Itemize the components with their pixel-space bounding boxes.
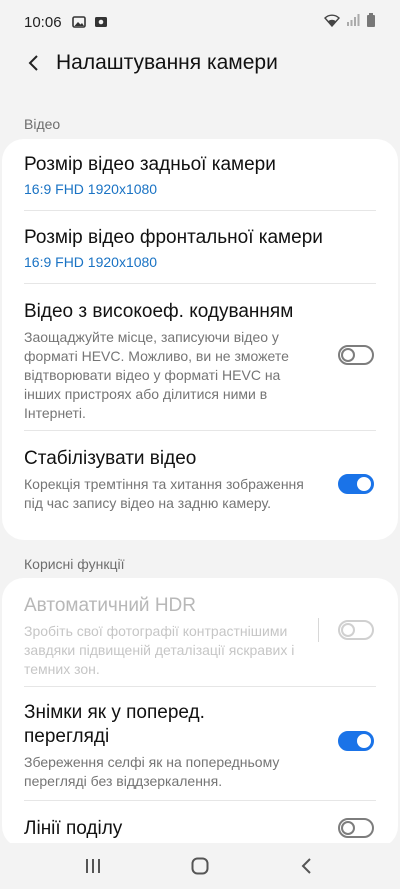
setting-description: Зробіть свої фотографії контрастнішими з… bbox=[24, 623, 295, 677]
screenshot-icon bbox=[94, 15, 108, 29]
section-header-useful-features: Корисні функції bbox=[24, 556, 125, 572]
navigation-bar bbox=[0, 843, 400, 889]
divider bbox=[24, 210, 376, 211]
nav-back-button[interactable] bbox=[287, 846, 327, 886]
settings-card-video: Розмір відео задньої камери 16:9 FHD 192… bbox=[2, 139, 398, 540]
setting-title: Лінії поділу bbox=[24, 818, 123, 839]
setting-title: Розмір відео задньої камери bbox=[24, 154, 276, 175]
setting-hevc-video[interactable]: Відео з високоеф. кодуванням Заощаджуйте… bbox=[24, 300, 376, 423]
setting-title: Автоматичний HDR bbox=[24, 595, 196, 616]
page-title: Налаштування камери bbox=[56, 51, 278, 74]
setting-description: Збереження селфі як на попередньому пере… bbox=[24, 754, 280, 789]
save-as-preview-toggle[interactable] bbox=[338, 731, 374, 751]
hevc-toggle[interactable] bbox=[338, 345, 374, 365]
vertical-separator bbox=[318, 618, 319, 642]
stabilization-toggle[interactable] bbox=[338, 474, 374, 494]
setting-auto-hdr: Автоматичний HDR Зробіть свої фотографії… bbox=[24, 594, 376, 679]
app-bar: Налаштування камери bbox=[0, 44, 400, 82]
setting-grid-lines[interactable]: Лінії поділу bbox=[24, 817, 376, 841]
back-icon bbox=[301, 858, 311, 874]
wifi-icon bbox=[324, 13, 340, 31]
grid-lines-toggle[interactable] bbox=[338, 818, 374, 838]
setting-rear-video-size[interactable]: Розмір відео задньої камери 16:9 FHD 192… bbox=[24, 153, 376, 197]
toggle-knob bbox=[357, 477, 371, 491]
setting-value: 16:9 FHD 1920x1080 bbox=[24, 254, 158, 270]
setting-video-stabilization[interactable]: Стабілізувати відео Корекція тремтіння т… bbox=[24, 447, 376, 513]
home-button[interactable] bbox=[180, 846, 220, 886]
setting-title: Знімки як у поперед. перегляді bbox=[24, 702, 205, 747]
setting-value: 16:9 FHD 1920x1080 bbox=[24, 181, 158, 197]
gallery-icon bbox=[71, 15, 86, 29]
section-header-video: Відео bbox=[24, 116, 61, 132]
back-button[interactable] bbox=[14, 44, 54, 82]
signal-icon bbox=[346, 13, 360, 31]
setting-description: Корекція тремтіння та хитання зображення… bbox=[24, 476, 304, 511]
divider bbox=[24, 283, 376, 284]
setting-front-video-size[interactable]: Розмір відео фронтальної камери 16:9 FHD… bbox=[24, 226, 376, 270]
battery-icon bbox=[366, 13, 376, 31]
setting-description: Заощаджуйте місце, записуючи відео у фор… bbox=[24, 329, 289, 421]
auto-hdr-toggle bbox=[338, 620, 374, 640]
divider bbox=[24, 686, 376, 687]
toggle-knob bbox=[341, 821, 355, 835]
setting-title: Відео з високоеф. кодуванням bbox=[24, 301, 294, 322]
toggle-knob bbox=[357, 734, 371, 748]
settings-card-useful-features: Автоматичний HDR Зробіть свої фотографії… bbox=[2, 578, 398, 848]
divider bbox=[24, 430, 376, 431]
divider bbox=[24, 800, 376, 801]
recents-button[interactable] bbox=[73, 846, 113, 886]
recents-icon bbox=[86, 859, 101, 873]
back-arrow-icon bbox=[28, 55, 38, 71]
toggle-knob bbox=[341, 623, 355, 637]
status-time: 10:06 bbox=[24, 13, 62, 31]
home-icon bbox=[191, 857, 209, 875]
status-bar: 10:06 bbox=[0, 0, 400, 44]
setting-title: Стабілізувати відео bbox=[24, 448, 197, 469]
toggle-knob bbox=[341, 348, 355, 362]
setting-title: Розмір відео фронтальної камери bbox=[24, 227, 323, 248]
setting-save-as-preview[interactable]: Знімки як у поперед. перегляді Збереженн… bbox=[24, 701, 376, 791]
